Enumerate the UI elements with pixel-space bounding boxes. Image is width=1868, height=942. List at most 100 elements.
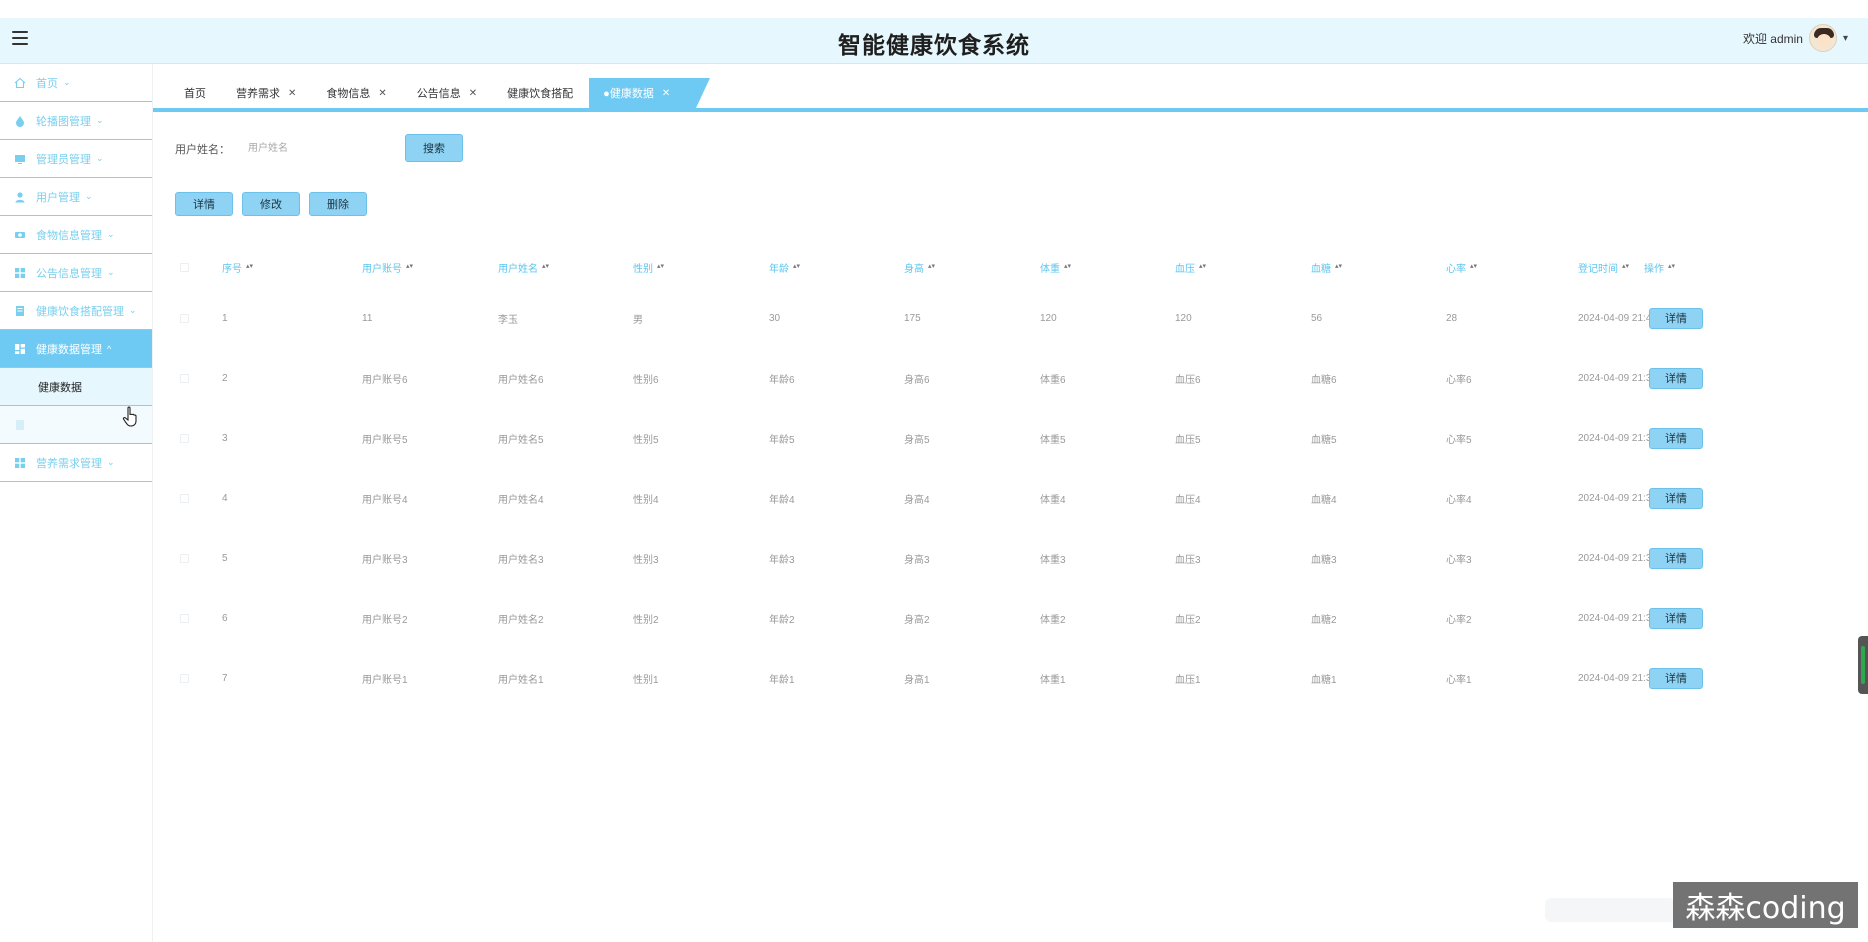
column-header[interactable]: 年龄 ▴▾ xyxy=(769,246,800,288)
row-actions: 详情 xyxy=(1649,528,1703,588)
table-cell: 120 xyxy=(1040,312,1057,324)
sort-icon[interactable]: ▴▾ xyxy=(1470,263,1477,270)
user-menu[interactable]: 欢迎 admin ▾ xyxy=(1743,24,1848,52)
edit-button[interactable]: 修改 xyxy=(242,192,300,216)
close-icon[interactable]: ✕ xyxy=(378,88,386,99)
chevron-down-icon: ⌄ xyxy=(96,115,104,125)
sort-icon[interactable]: ▴▾ xyxy=(1064,263,1071,270)
row-detail-button[interactable]: 详情 xyxy=(1649,667,1703,689)
table-cell: 身高6 xyxy=(904,374,930,386)
tab-label: 健康饮食搭配 xyxy=(507,88,574,100)
column-header[interactable]: 体重 ▴▾ xyxy=(1040,246,1071,288)
column-header-label: 身高 xyxy=(904,263,924,275)
table-cell: 用户姓名3 xyxy=(498,554,544,566)
close-icon[interactable]: ✕ xyxy=(288,88,296,99)
column-header[interactable]: 身高 ▴▾ xyxy=(904,246,935,288)
column-header[interactable]: 操作 ▴▾ xyxy=(1644,246,1675,288)
sort-icon[interactable]: ▴▾ xyxy=(542,263,549,270)
column-header[interactable]: 血糖 ▴▾ xyxy=(1311,246,1342,288)
table-cell: 血压1 xyxy=(1175,674,1201,686)
row-detail-button[interactable]: 详情 xyxy=(1649,607,1703,629)
column-header[interactable]: 用户姓名 ▴▾ xyxy=(498,246,549,288)
table-cell: 用户账号6 xyxy=(362,374,408,386)
column-header[interactable]: 登记时间 ▴▾ xyxy=(1578,246,1629,288)
delete-button[interactable]: 删除 xyxy=(309,192,367,216)
close-icon[interactable]: ✕ xyxy=(662,88,670,99)
table-row[interactable]: 1 11 李玉男 30 175 120 120 56 28 2024-04-09 21:44:18… xyxy=(175,288,1865,348)
column-header[interactable]: 性别 ▴▾ xyxy=(633,246,664,288)
tab-nutrition[interactable]: 营养需求 ✕ xyxy=(222,78,310,108)
table-cell: 体重5 xyxy=(1040,434,1066,446)
close-icon[interactable]: ✕ xyxy=(469,88,477,99)
row-checkbox[interactable] xyxy=(180,288,189,348)
tab-food[interactable]: 食物信息 ✕ xyxy=(312,78,400,108)
tab-notices[interactable]: 公告信息 ✕ xyxy=(403,78,491,108)
sidebar-item-home[interactable]: 首页 ⌄ xyxy=(0,64,152,102)
table-cell: 血糖6 xyxy=(1311,374,1337,386)
sidebar-item-admins[interactable]: 管理员管理 ⌄ xyxy=(0,140,152,178)
table-row[interactable]: 2 用户账号6 用户姓名6 性别6 年龄6 身高6 体重6 血压6 血糖6 心率6 2024-04-… xyxy=(175,348,1865,408)
tab-label: 首页 xyxy=(184,88,206,100)
table-cell: 心率1 xyxy=(1446,674,1472,686)
table-row[interactable]: 6 用户账号2 用户姓名2 性别2 年龄2 身高2 体重2 血压2 血糖2 心率2 2024-04-… xyxy=(175,588,1865,648)
column-header-label: 序号 xyxy=(222,263,242,275)
column-header[interactable]: 用户账号 ▴▾ xyxy=(362,246,413,288)
side-widget[interactable] xyxy=(1858,636,1868,694)
sort-icon[interactable]: ▴▾ xyxy=(793,263,800,270)
hand-cursor-icon xyxy=(122,406,137,427)
table-cell: 体重2 xyxy=(1040,614,1066,626)
tab-health-data[interactable]: ●健康数据 ✕ xyxy=(589,78,711,108)
table-row[interactable]: 7 用户账号1 用户姓名1 性别1 年龄1 身高1 体重1 血压1 血糖1 心率1 2024-04-… xyxy=(175,648,1865,708)
sort-icon[interactable]: ▴▾ xyxy=(1622,263,1629,270)
sidebar-item-health-data[interactable]: 健康数据管理 ^ xyxy=(0,330,152,368)
table-row[interactable]: 5 用户账号3 用户姓名3 性别3 年龄3 身高3 体重3 血压3 血糖3 心率3 2024-04-… xyxy=(175,528,1865,588)
sidebar-subitem-health-data[interactable]: 健康数据 xyxy=(0,368,152,406)
sidebar-item-users[interactable]: 用户管理 ⌄ xyxy=(0,178,152,216)
sort-icon[interactable]: ▴▾ xyxy=(1335,263,1342,270)
row-detail-button[interactable]: 详情 xyxy=(1649,487,1703,509)
tab-home[interactable]: 首页 xyxy=(170,78,220,108)
row-detail-button[interactable]: 详情 xyxy=(1649,427,1703,449)
table-cell: 体重1 xyxy=(1040,674,1066,686)
sort-icon[interactable]: ▴▾ xyxy=(1199,263,1206,270)
sort-icon[interactable]: ▴▾ xyxy=(1668,263,1675,270)
sidebar-item-nutrition[interactable]: 营养需求管理 ⌄ xyxy=(0,444,152,482)
sort-icon[interactable]: ▴▾ xyxy=(657,263,664,270)
row-checkbox[interactable] xyxy=(180,588,189,648)
blurred-overlay xyxy=(1545,898,1675,922)
table-row[interactable]: 4 用户账号4 用户姓名4 性别4 年龄4 身高4 体重4 血压4 血糖4 心率4 2024-04-… xyxy=(175,468,1865,528)
row-detail-button[interactable]: 详情 xyxy=(1649,547,1703,569)
search-input[interactable] xyxy=(240,136,390,160)
chevron-down-icon[interactable]: ▾ xyxy=(1843,33,1848,44)
row-checkbox[interactable] xyxy=(180,348,189,408)
search-button[interactable]: 搜索 xyxy=(405,134,463,162)
tab-diet-plans[interactable]: 健康饮食搭配 xyxy=(493,78,587,108)
row-detail-button[interactable]: 详情 xyxy=(1649,367,1703,389)
app-header: 智能健康饮食系统 欢迎 admin ▾ xyxy=(0,18,1868,64)
column-header[interactable]: 血压 ▴▾ xyxy=(1175,246,1206,288)
row-checkbox[interactable] xyxy=(180,408,189,468)
sidebar-item-diet-plans[interactable]: 健康饮食搭配管理 ⌄ xyxy=(0,292,152,330)
row-checkbox[interactable] xyxy=(180,468,189,528)
sort-icon[interactable]: ▴▾ xyxy=(928,263,935,270)
row-checkbox[interactable] xyxy=(180,648,189,708)
sidebar-item-food[interactable]: 食物信息管理 ⌄ xyxy=(0,216,152,254)
sort-icon[interactable]: ▴▾ xyxy=(406,263,413,270)
sidebar-item-label: 用户管理 xyxy=(36,191,80,204)
table-cell: 用户姓名1 xyxy=(498,674,544,686)
table-cell: 血压3 xyxy=(1175,554,1201,566)
column-header[interactable]: 序号 ▴▾ xyxy=(222,246,253,288)
avatar[interactable] xyxy=(1808,24,1837,52)
sidebar-item-carousel[interactable]: 轮播图管理 ⌄ xyxy=(0,102,152,140)
table-cell: 血压4 xyxy=(1175,494,1201,506)
select-all-checkbox[interactable] xyxy=(180,246,189,288)
table-row[interactable]: 3 用户账号5 用户姓名5 性别5 年龄5 身高5 体重5 血压5 血糖5 心率5 2024-04-… xyxy=(175,408,1865,468)
row-detail-button[interactable]: 详情 xyxy=(1649,307,1703,329)
detail-button[interactable]: 详情 xyxy=(175,192,233,216)
column-header[interactable]: 心率 ▴▾ xyxy=(1446,246,1477,288)
chevron-down-icon: ⌄ xyxy=(96,153,104,163)
sidebar-item-notices[interactable]: 公告信息管理 ⌄ xyxy=(0,254,152,292)
row-actions: 详情 xyxy=(1649,348,1703,408)
sort-icon[interactable]: ▴▾ xyxy=(246,263,253,270)
row-checkbox[interactable] xyxy=(180,528,189,588)
